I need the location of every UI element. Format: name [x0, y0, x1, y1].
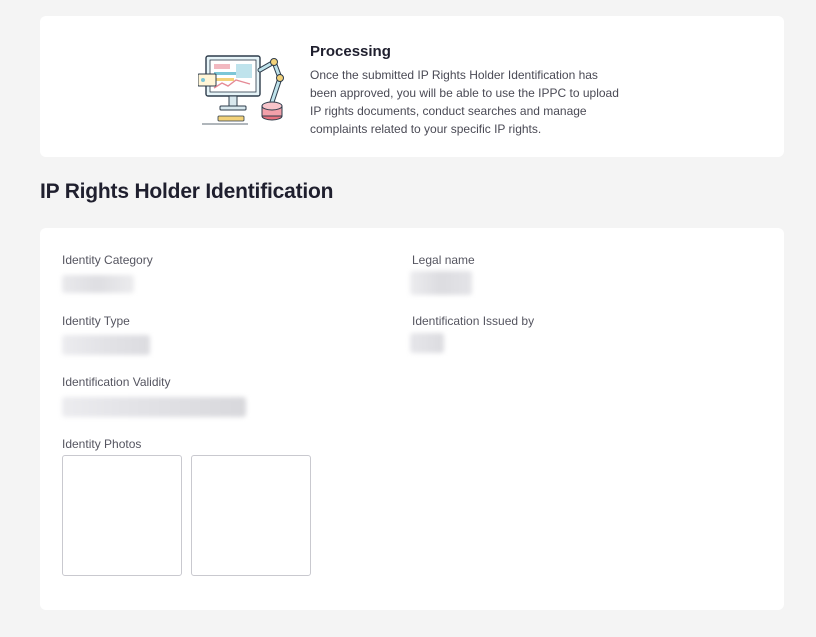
identity-type-label: Identity Type: [62, 314, 130, 328]
identification-issued-by-label: Identification Issued by: [412, 314, 535, 328]
identification-validity-value-redacted: [62, 397, 246, 417]
status-description: Once the submitted IP Rights Holder Iden…: [310, 68, 619, 136]
legal-name-value-redacted: [410, 271, 472, 295]
computer-workstation-illustration-icon: [197, 50, 290, 130]
identification-validity-label: Identification Validity: [62, 375, 171, 389]
identity-photo-back[interactable]: [191, 455, 311, 576]
identity-photo-front[interactable]: [62, 455, 182, 576]
legal-name-label: Legal name: [412, 253, 475, 267]
processing-banner: Processing Once the submitted IP Rights …: [40, 16, 784, 157]
identity-category-label: Identity Category: [62, 253, 153, 267]
section-title: IP Rights Holder Identification: [40, 180, 334, 203]
identification-issued-by-value-redacted: [410, 333, 444, 353]
identity-photos-label: Identity Photos: [62, 437, 142, 451]
identification-details-card: Identity Category Legal name Identity Ty…: [40, 228, 784, 610]
identity-type-value-redacted: [62, 335, 150, 355]
identity-category-value-redacted: [62, 275, 134, 293]
status-title: Processing: [310, 43, 391, 60]
